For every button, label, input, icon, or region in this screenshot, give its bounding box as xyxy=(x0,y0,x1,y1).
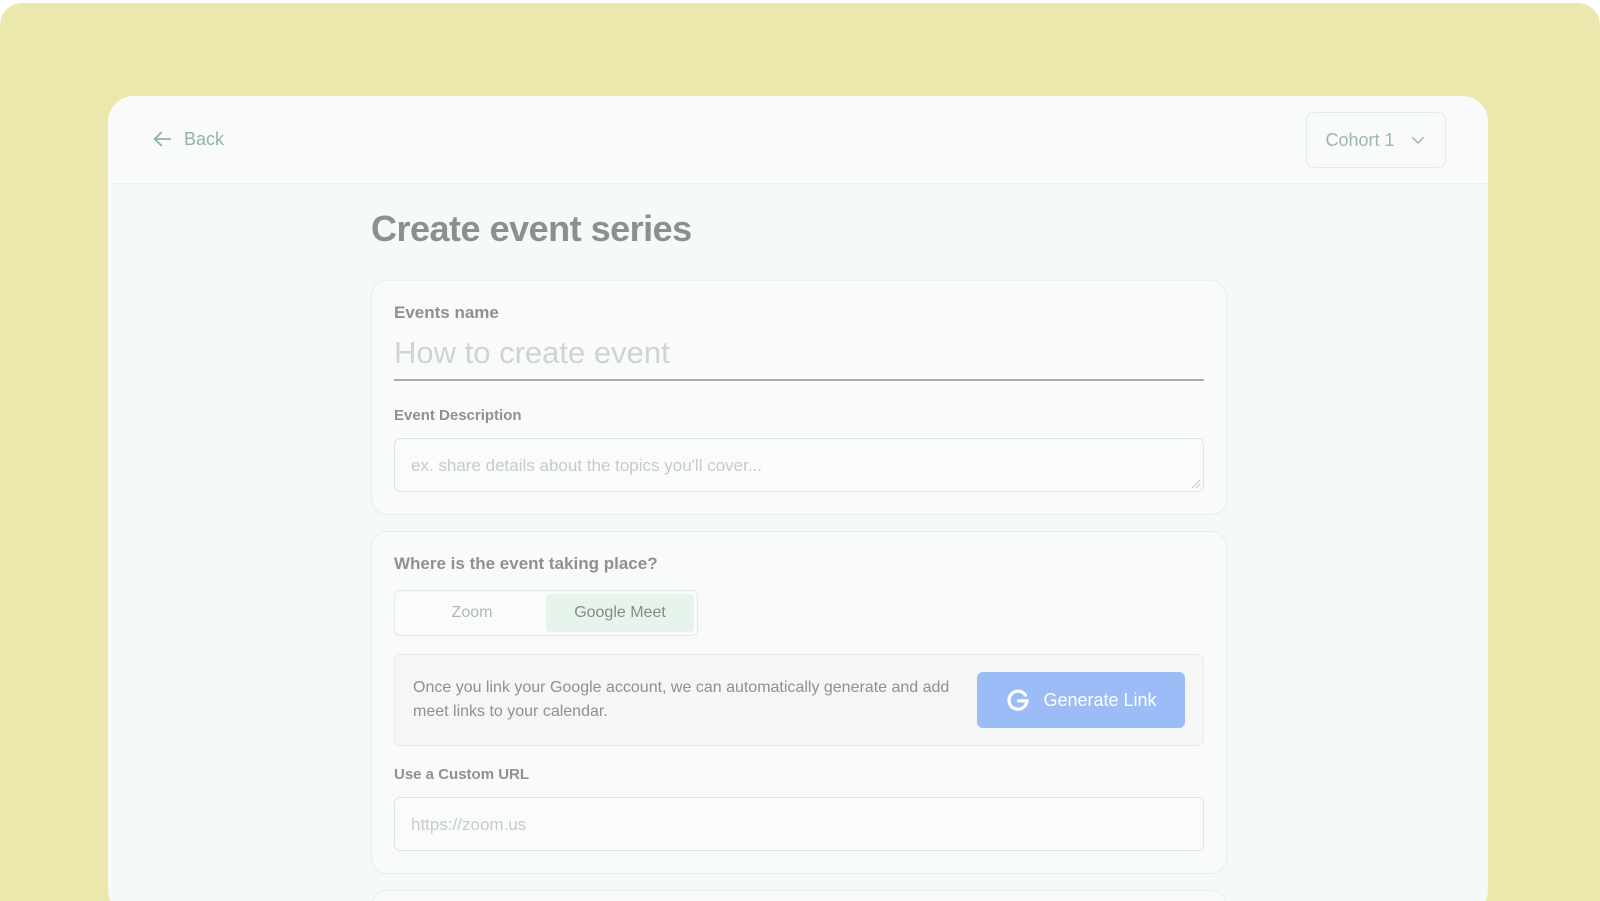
custom-url-input[interactable]: https://zoom.us xyxy=(394,797,1204,851)
event-details-card: Events name How to create event Event De… xyxy=(371,280,1227,515)
custom-url-label: Use a Custom URL xyxy=(394,766,530,783)
platform-toggle: Zoom Google Meet xyxy=(394,590,698,636)
option-zoom[interactable]: Zoom xyxy=(398,594,546,632)
generate-link-button[interactable]: Generate Link xyxy=(977,672,1185,728)
resize-grip-icon[interactable] xyxy=(1187,475,1201,489)
location-question: Where is the event taking place? xyxy=(394,554,658,573)
back-button[interactable]: Back xyxy=(152,128,224,150)
cohort-select-value: Cohort 1 xyxy=(1325,129,1395,150)
back-label: Back xyxy=(184,128,225,149)
cohort-select[interactable]: Cohort 1 xyxy=(1306,112,1446,168)
option-google-meet[interactable]: Google Meet xyxy=(546,594,694,632)
events-name-label: Events name xyxy=(394,303,499,322)
event-description-label: Event Description xyxy=(394,407,522,424)
events-name-input[interactable]: How to create event xyxy=(394,333,1204,381)
top-bar: Back Cohort 1 xyxy=(108,96,1488,184)
chevron-down-icon xyxy=(1411,137,1424,144)
event-description-textarea[interactable]: ex. share details about the topics you'l… xyxy=(394,438,1204,492)
generate-link-label: Generate Link xyxy=(1043,689,1157,710)
app-window: Back Cohort 1 Create event series Events… xyxy=(108,96,1488,901)
google-link-info-text: Once you link your Google account, we ca… xyxy=(413,679,950,720)
desktop-backdrop: Back Cohort 1 Create event series Events… xyxy=(0,3,1600,901)
event-location-card: Where is the event taking place? Zoom Go… xyxy=(371,531,1227,874)
main-content: Create event series Events name How to c… xyxy=(371,208,1227,901)
next-card xyxy=(371,890,1227,901)
google-g-icon xyxy=(1007,689,1030,711)
page-title: Create event series xyxy=(371,208,692,249)
arrow-left-icon xyxy=(153,131,172,147)
event-description-placeholder: ex. share details about the topics you'l… xyxy=(411,456,762,475)
google-link-info-box: Once you link your Google account, we ca… xyxy=(394,654,1204,746)
